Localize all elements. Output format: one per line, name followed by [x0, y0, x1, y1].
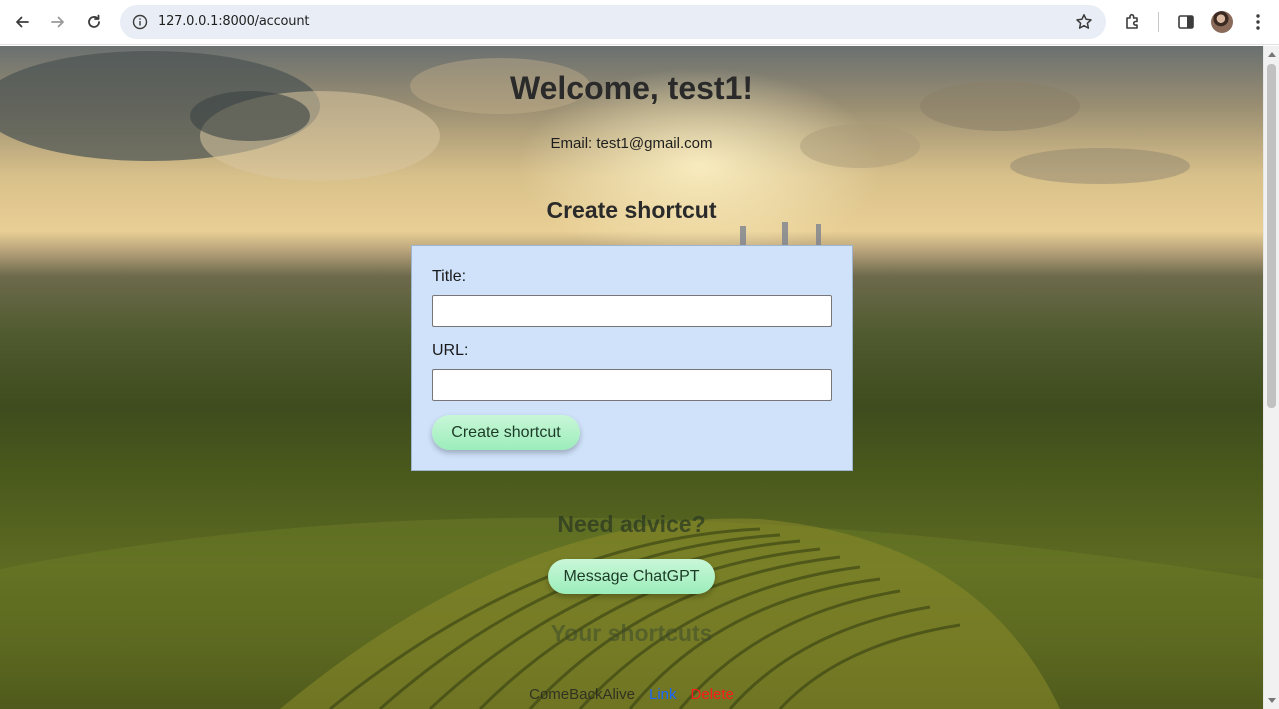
side-panel-icon[interactable]: [1174, 10, 1198, 34]
need-advice-heading: Need advice?: [557, 511, 706, 537]
reload-icon[interactable]: [80, 8, 108, 36]
create-shortcut-form: Title: URL: Create shortcut: [411, 245, 853, 471]
create-shortcut-heading: Create shortcut: [546, 197, 717, 223]
welcome-heading: Welcome, test1!: [509, 70, 754, 106]
url-label: URL:: [432, 342, 469, 359]
address-bar[interactable]: 127.0.0.1:8000/account: [120, 5, 1106, 39]
bookmark-star-icon[interactable]: [1074, 12, 1094, 32]
back-icon[interactable]: [8, 8, 36, 36]
url-input[interactable]: [432, 369, 832, 401]
shortcut-link[interactable]: Link: [649, 686, 677, 703]
vertical-scrollbar[interactable]: [1263, 46, 1279, 709]
shortcut-delete[interactable]: Delete: [691, 686, 734, 703]
shortcut-item: ComeBackAlive Link Delete: [0, 686, 1263, 703]
title-input[interactable]: [432, 295, 832, 327]
message-chatgpt-button[interactable]: Message ChatGPT: [548, 559, 715, 594]
profile-avatar[interactable]: [1211, 11, 1233, 33]
scroll-down-arrow-icon[interactable]: [1268, 698, 1276, 703]
create-shortcut-button[interactable]: Create shortcut: [432, 415, 580, 450]
title-label: Title:: [432, 268, 467, 285]
menu-kebab-icon[interactable]: [1246, 10, 1270, 34]
address-url[interactable]: 127.0.0.1:8000/account: [158, 14, 309, 29]
page-viewport: Welcome, test1! Email: test1@gmail.com C…: [0, 46, 1263, 709]
account-page: Welcome, test1! Email: test1@gmail.com C…: [0, 46, 1263, 709]
scrollbar-thumb[interactable]: [1267, 64, 1276, 408]
scroll-up-arrow-icon[interactable]: [1268, 52, 1276, 57]
forward-icon[interactable]: [44, 8, 72, 36]
toolbar-separator: [1158, 12, 1159, 32]
browser-toolbar: 127.0.0.1:8000/account: [0, 0, 1279, 45]
extensions-icon[interactable]: [1121, 10, 1145, 34]
shortcut-title: ComeBackAlive: [529, 686, 635, 703]
user-email: Email: test1@gmail.com: [550, 135, 713, 152]
your-shortcuts-heading: Your shortcuts: [550, 620, 713, 646]
site-info-icon[interactable]: [130, 12, 150, 32]
